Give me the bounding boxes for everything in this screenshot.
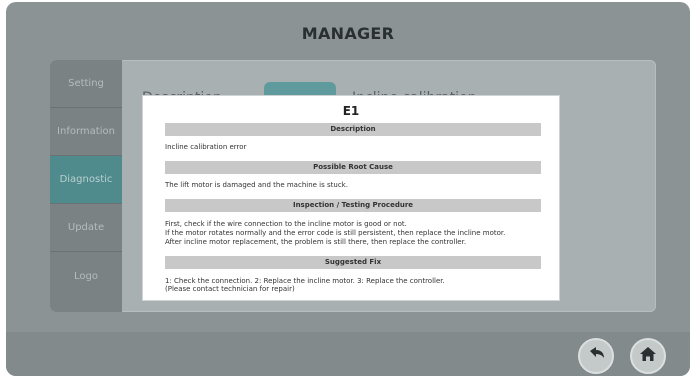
description-text: Incline calibration error xyxy=(165,143,247,151)
sidebar-item-diagnostic[interactable]: Diagnostic xyxy=(50,156,122,204)
sidebar: Setting Information Diagnostic Update Lo… xyxy=(50,60,122,312)
root-cause-text: The lift motor is damaged and the machin… xyxy=(165,181,348,189)
home-icon xyxy=(639,346,657,366)
inspection-line-1: First, check if the wire connection to t… xyxy=(165,220,407,228)
home-button[interactable] xyxy=(630,338,666,374)
back-button[interactable] xyxy=(578,338,614,374)
inspection-line-3: After incline motor replacement, the pro… xyxy=(165,238,467,246)
fix-line-2: (Please contact technician for repair) xyxy=(165,285,295,293)
back-arrow-icon xyxy=(586,346,606,366)
sidebar-item-logo[interactable]: Logo xyxy=(50,252,122,300)
section-heading-inspection: Inspection / Testing Procedure xyxy=(165,199,541,212)
sidebar-item-setting[interactable]: Setting xyxy=(50,60,122,108)
page-title: MANAGER xyxy=(301,24,395,43)
sidebar-item-update[interactable]: Update xyxy=(50,204,122,252)
error-detail-dialog: E1 Description Incline calibration error… xyxy=(142,95,560,301)
section-heading-root-cause: Possible Root Cause xyxy=(165,161,541,174)
error-code-title: E1 xyxy=(342,104,360,118)
inspection-line-2: If the motor rotates normally and the er… xyxy=(165,229,506,237)
section-heading-description: Description xyxy=(165,123,541,136)
section-heading-suggested-fix: Suggested Fix xyxy=(165,256,541,269)
sidebar-item-information[interactable]: Information xyxy=(50,108,122,156)
